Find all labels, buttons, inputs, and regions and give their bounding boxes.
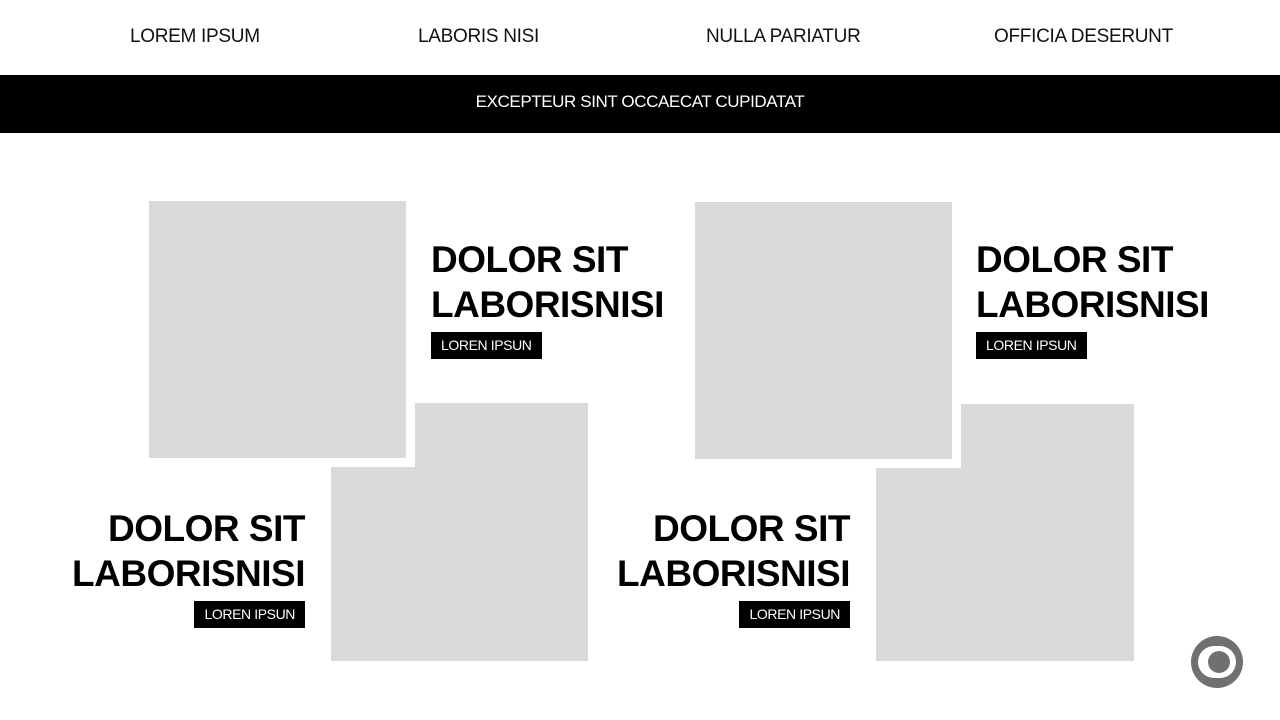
banner[interactable]: EXCEPTEUR SINT OCCAECAT CUPIDATAT [0, 75, 1280, 133]
card-4-image[interactable] [876, 468, 1134, 661]
banner-text: EXCEPTEUR SINT OCCAECAT CUPIDATAT [475, 92, 805, 111]
card-1-headline-line2[interactable]: LABORISNISI [431, 282, 691, 327]
card-2-tag[interactable]: LOREN IPSUN [976, 332, 1087, 359]
tv-logo-icon [1198, 646, 1236, 678]
card-4-tag[interactable]: LOREN IPSUN [739, 601, 850, 628]
card-3-image[interactable] [331, 467, 588, 661]
card-1-tag[interactable]: LOREN IPSUN [431, 332, 542, 359]
card-4-text: DOLOR SIT LABORISNISI LOREN IPSUN [590, 506, 851, 628]
card-4-headline-line2[interactable]: LABORISNISI [590, 551, 850, 596]
card-2-headline-line1[interactable]: DOLOR SIT [976, 237, 1236, 282]
card-4-headline-line1[interactable]: DOLOR SIT [590, 506, 850, 551]
nav-item-lorem-ipsum[interactable]: LOREM IPSUM [130, 26, 260, 48]
card-3-text: DOLOR SIT LABORISNISI LOREN IPSUN [45, 506, 306, 628]
card-2-headline-line2[interactable]: LABORISNISI [976, 282, 1236, 327]
card-3-tag[interactable]: LOREN IPSUN [194, 601, 305, 628]
card-1-headline-line1[interactable]: DOLOR SIT [431, 237, 691, 282]
card-3-headline-line1[interactable]: DOLOR SIT [45, 506, 305, 551]
nav-item-nulla-pariatur[interactable]: NULLA PARIATUR [706, 26, 861, 48]
floating-tv-button[interactable] [1191, 636, 1243, 688]
tv-logo-dot [1208, 651, 1230, 673]
card-2-image[interactable] [695, 202, 952, 459]
card-2-text: DOLOR SIT LABORISNISI LOREN IPSUN [976, 237, 1236, 359]
nav-item-officia-deserunt[interactable]: OFFICIA DESERUNT [994, 26, 1173, 48]
card-1-text: DOLOR SIT LABORISNISI LOREN IPSUN [431, 237, 691, 359]
top-navigation: LOREM IPSUM LABORIS NISI NULLA PARIATUR … [0, 0, 1280, 75]
card-1-image[interactable] [149, 201, 406, 458]
card-3-headline-line2[interactable]: LABORISNISI [45, 551, 305, 596]
nav-item-laboris-nisi[interactable]: LABORIS NISI [418, 26, 539, 48]
